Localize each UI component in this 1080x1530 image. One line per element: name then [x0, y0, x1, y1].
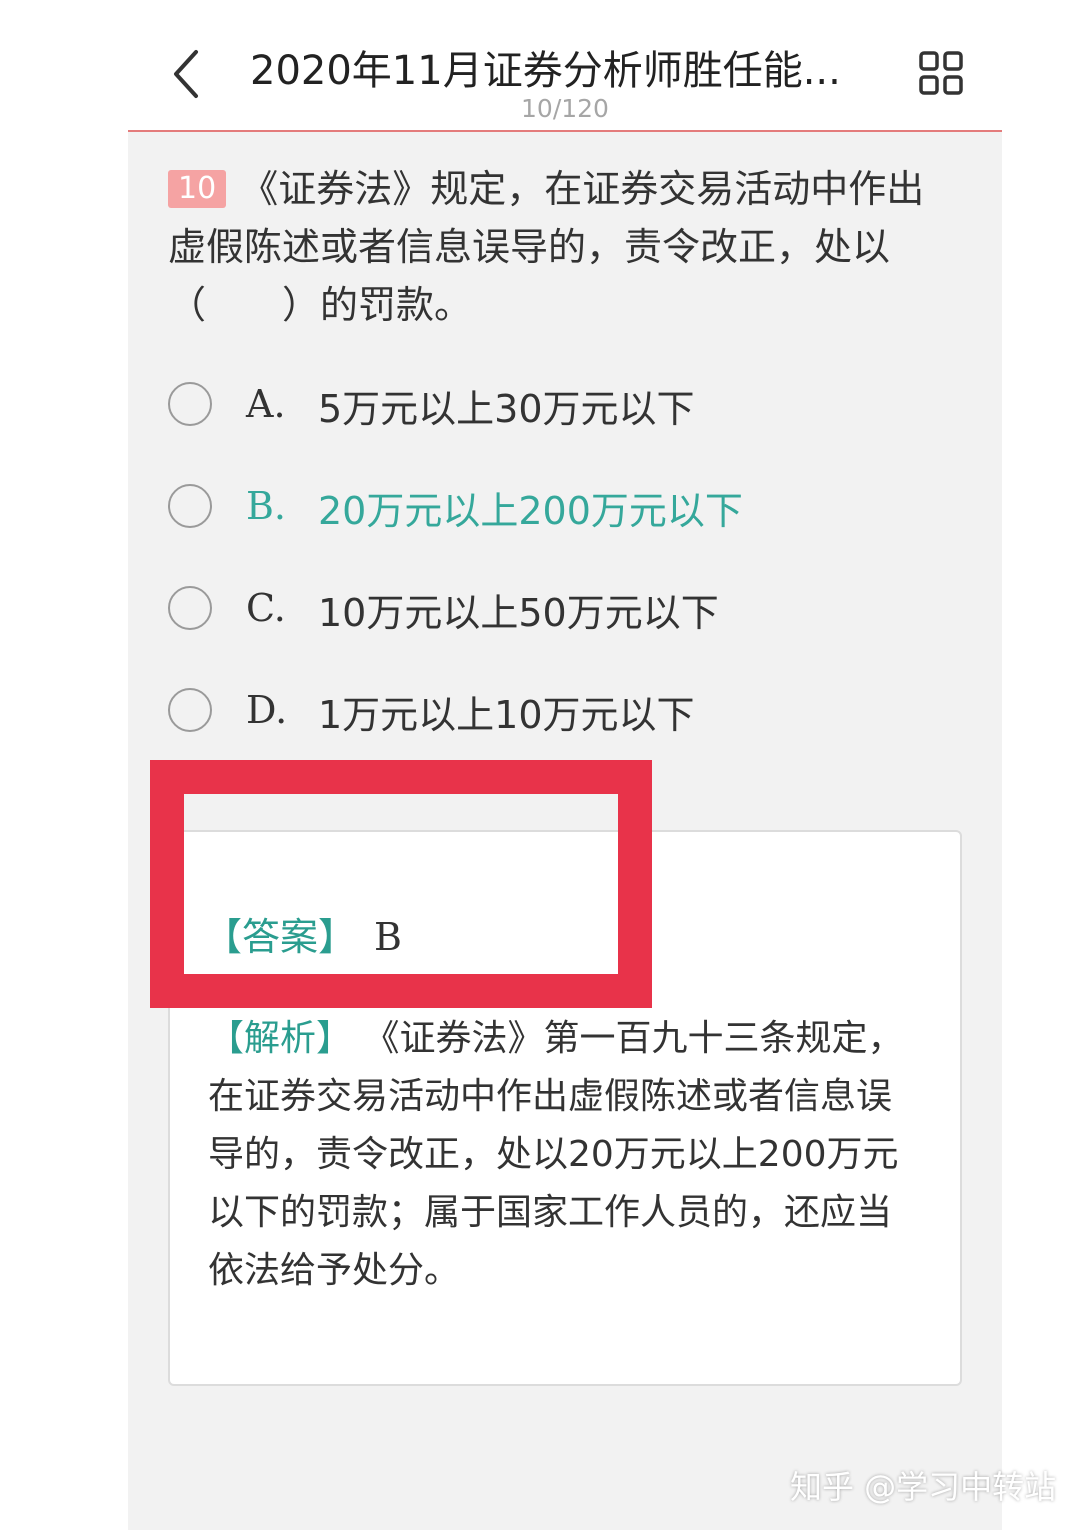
option-letter: B.	[246, 484, 287, 528]
answer-panel: 【答案】 B 【解析】 《证券法》第一百九十三条规定，在证券交易活动中作出虚假陈述…	[168, 830, 962, 1386]
option-text: 1万元以上10万元以下	[318, 693, 695, 737]
analysis-block: 【解析】 《证券法》第一百九十三条规定，在证券交易活动中作出虚假陈述或者信息误导…	[208, 1010, 914, 1300]
option-text: 5万元以上30万元以下	[318, 387, 695, 431]
grid-icon	[919, 51, 963, 95]
radio-icon[interactable]	[168, 382, 212, 426]
radio-icon[interactable]	[168, 688, 212, 732]
analysis-label: 【解析】	[208, 1018, 353, 1059]
page-title: 2020年11月证券分析师胜任能...	[250, 48, 841, 94]
option-b[interactable]: B. 20万元以上200万元以下	[166, 480, 926, 536]
option-letter: A.	[246, 382, 286, 426]
zhihu-watermark: 知乎 @学习中转站	[790, 1468, 1057, 1506]
question-grid-button[interactable]	[918, 50, 964, 96]
option-letter: C.	[246, 586, 286, 630]
question-text: 《证券法》规定，在证券交易活动中作出虚假陈述或者信息误导的，责令改正，处以（ ）…	[168, 167, 925, 327]
radio-icon[interactable]	[168, 586, 212, 630]
answer-label: 【答案】	[204, 915, 357, 959]
option-a[interactable]: A. 5万元以上30万元以下	[166, 378, 926, 434]
option-d[interactable]: D. 1万元以上10万元以下	[166, 684, 926, 740]
question-progress: 10/120	[521, 94, 609, 123]
option-text: 20万元以上200万元以下	[318, 489, 743, 533]
answer-row: 【答案】 B	[204, 906, 402, 961]
top-bar: 2020年11月证券分析师胜任能... 10/120	[128, 0, 1002, 132]
radio-icon[interactable]	[168, 484, 212, 528]
question-stem: 10 《证券法》规定，在证券交易活动中作出虚假陈述或者信息误导的，责令改正，处以（…	[168, 160, 958, 334]
question-area: 10 《证券法》规定，在证券交易活动中作出虚假陈述或者信息误导的，责令改正，处以（…	[128, 132, 1002, 1530]
option-c[interactable]: C. 10万元以上50万元以下	[166, 582, 926, 638]
option-letter: D.	[246, 688, 288, 732]
question-number-badge: 10	[168, 170, 227, 208]
answer-value: B	[374, 915, 402, 959]
option-text: 10万元以上50万元以下	[318, 591, 719, 635]
